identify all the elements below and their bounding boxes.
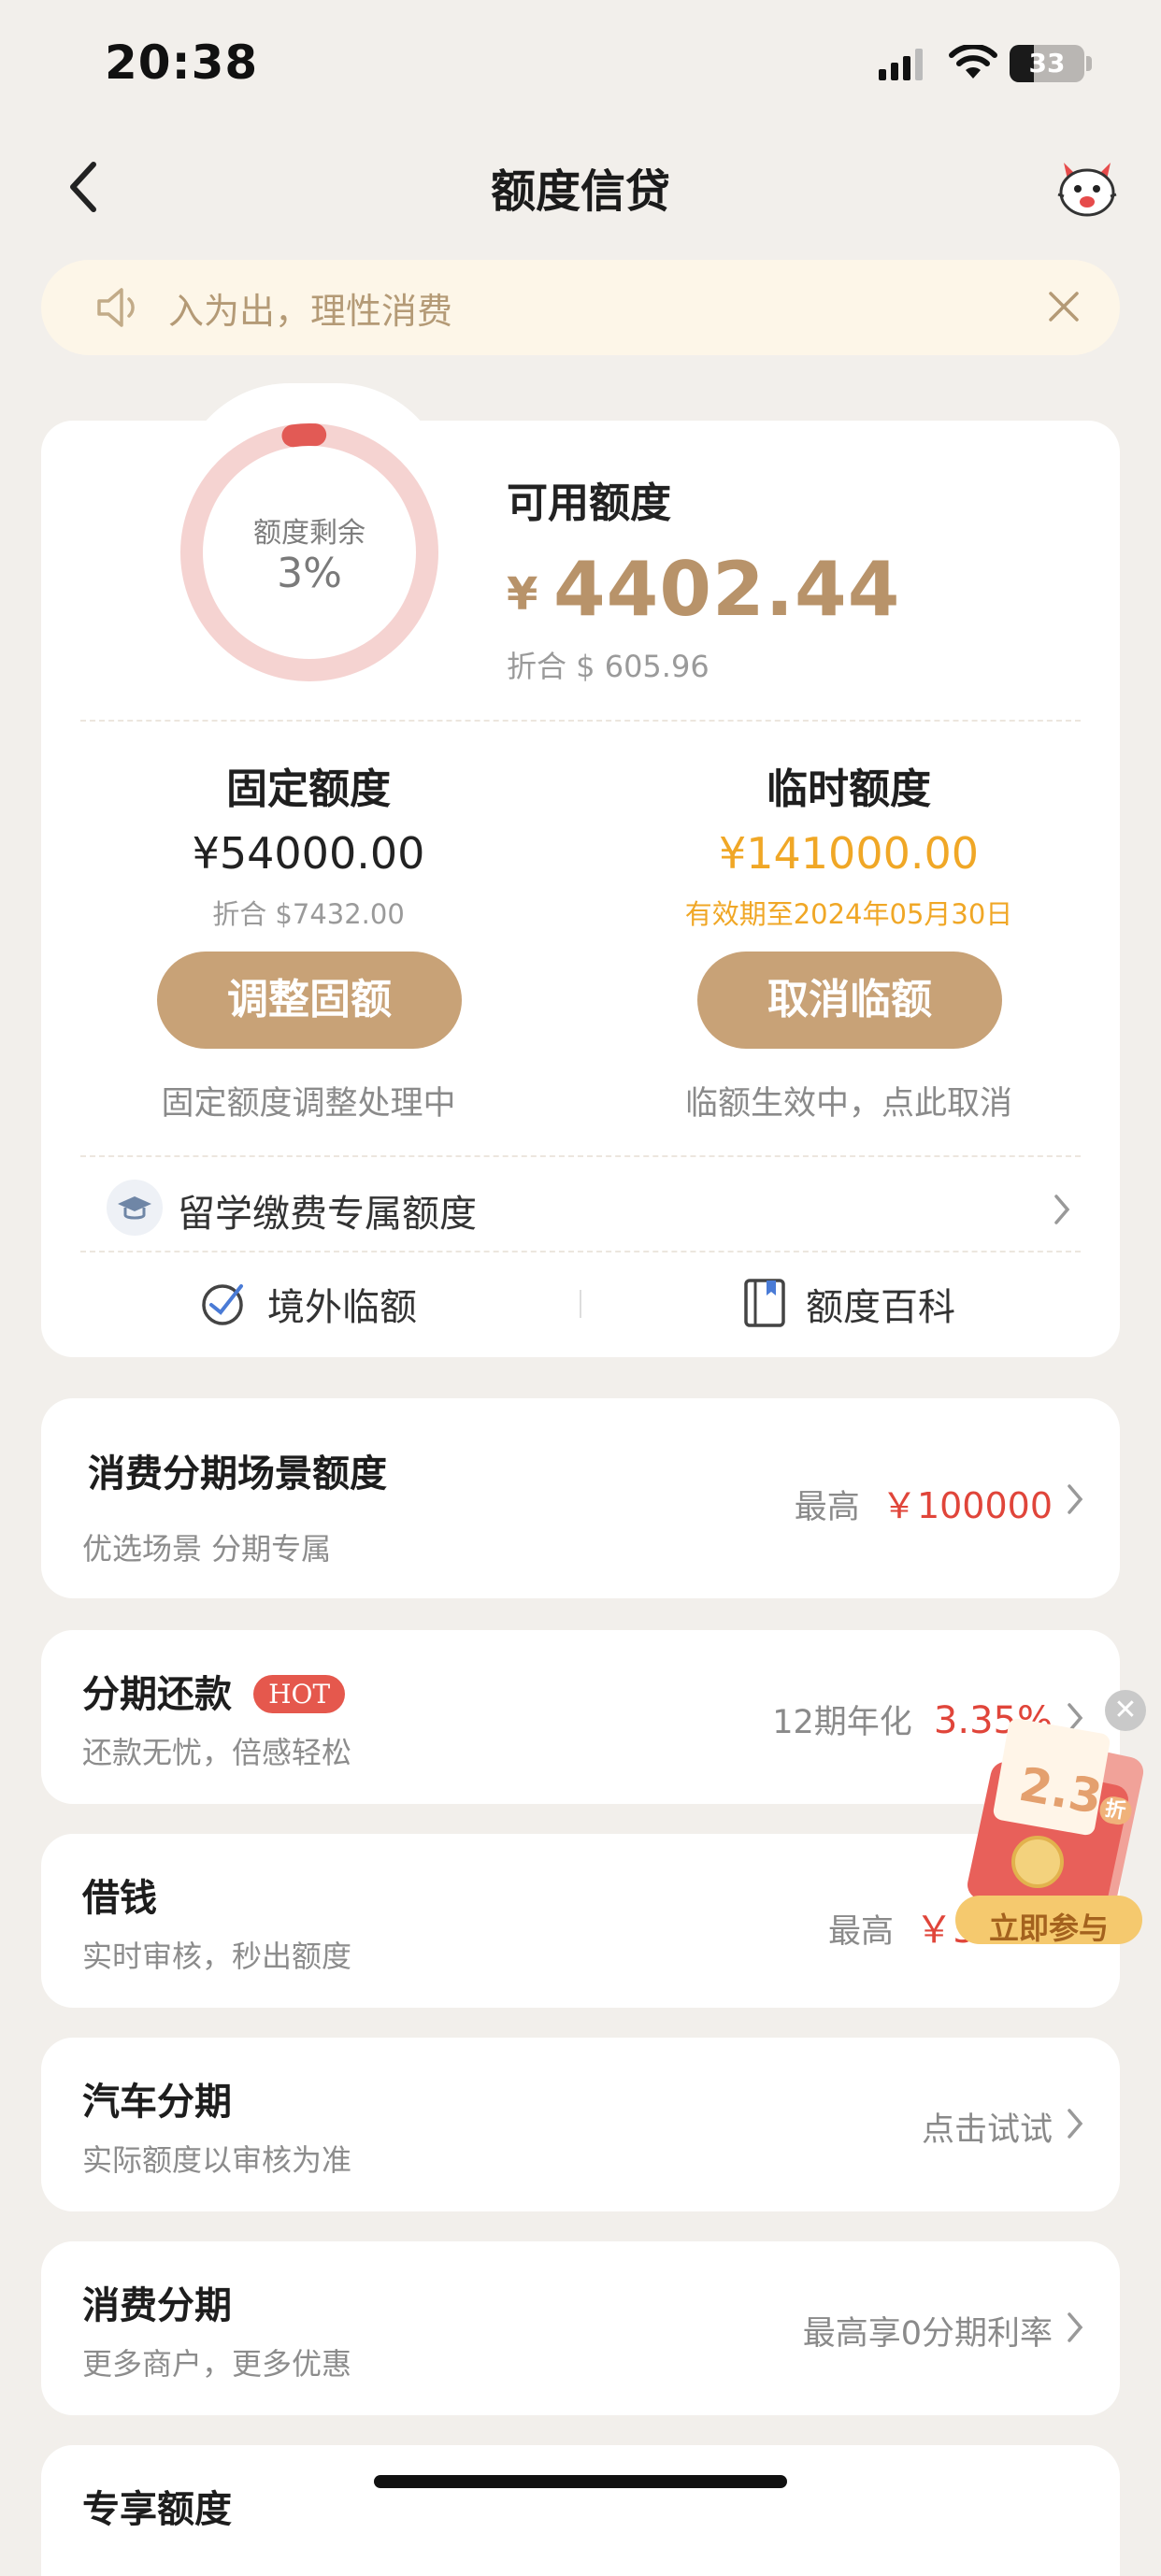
overseas-temp-link[interactable]: 境外临额 — [187, 1271, 467, 1337]
fixed-amount: ¥54000.00 — [192, 828, 425, 879]
item-subtitle: 实际额度以审核为准 — [82, 2142, 352, 2178]
available-currency: ¥ — [507, 568, 538, 621]
item-right: 最高 ￥100000 — [795, 1477, 1053, 1528]
divider — [80, 720, 1081, 722]
item-right-text: 点击试试 — [921, 2111, 1053, 2149]
fixed-note: 固定额度调整处理中 — [161, 1085, 456, 1123]
credit-wiki-label: 额度百科 — [806, 1286, 955, 1329]
battery-level: 33 — [1028, 48, 1066, 79]
item-subtitle: 更多商户，更多优惠 — [82, 2346, 352, 2382]
fixed-title: 固定额度 — [226, 766, 391, 813]
globe-plane-icon — [202, 1284, 243, 1325]
cancel-temp-button[interactable]: 取消临额 — [697, 952, 1002, 1049]
fixed-converted: 折合 $7432.00 — [212, 898, 405, 930]
chevron-right-icon — [1068, 1484, 1083, 1514]
speaker-icon — [97, 288, 135, 327]
link-separator — [580, 1290, 581, 1318]
list-item-consumer-installment[interactable]: 消费分期 更多商户，更多优惠 最高享0分期利率 — [41, 2241, 1120, 2415]
item-title: 借钱 — [82, 1877, 157, 1920]
item-title-row: 分期还款 HOT — [82, 1664, 346, 1718]
ring-percent: 3% — [277, 550, 342, 597]
temp-note[interactable]: 临额生效中，点此取消 — [587, 1077, 1111, 1124]
hot-badge: HOT — [253, 1675, 346, 1713]
chevron-right-icon — [1054, 1195, 1070, 1224]
item-right-text: 最高享0分期利率 — [802, 2315, 1053, 2353]
item-title: 消费分期场景额度 — [88, 1453, 387, 1496]
home-indicator — [374, 2475, 787, 2488]
divider — [80, 1155, 1081, 1157]
list-item-scenario[interactable]: 消费分期场景额度 优选场景 分期专属 最高 ￥100000 — [41, 1398, 1120, 1598]
wifi-icon — [949, 45, 997, 79]
item-subtitle: 优选场景 分期专属 — [82, 1531, 332, 1567]
divider — [80, 1251, 1081, 1252]
temp-title: 临时额度 — [767, 766, 931, 813]
notice-text: 入为出，理性消费 — [168, 291, 453, 332]
book-icon — [744, 1279, 785, 1327]
temp-amount: ¥141000.00 — [718, 828, 980, 879]
item-subtitle: 还款无忧，倍感轻松 — [82, 1735, 352, 1770]
battery-icon: 33 — [1010, 45, 1084, 82]
temp-validity: 有效期至2024年05月30日 — [684, 898, 1013, 930]
graduation-cap-icon — [107, 1180, 163, 1236]
close-icon[interactable] — [1045, 288, 1082, 325]
overseas-temp-label: 境外临额 — [267, 1286, 417, 1329]
available-converted: 折合 $ 605.96 — [507, 649, 710, 684]
study-abroad-label: 留学缴费专属额度 — [178, 1193, 477, 1236]
item-right-value: ￥100000 — [881, 1485, 1053, 1526]
page-title: 额度信贷 — [490, 165, 670, 218]
status-time: 20:38 — [105, 36, 259, 90]
available-label: 可用额度 — [507, 479, 671, 527]
item-right-prefix: 最高 — [828, 1913, 895, 1951]
notice-banner: 入为出，理性消费 — [41, 260, 1120, 355]
list-item-auto-loan[interactable]: 汽车分期 实际额度以审核为准 点击试试 — [41, 2038, 1120, 2211]
chevron-right-icon — [1068, 2109, 1083, 2139]
item-subtitle: 实时审核，秒出额度 — [82, 1939, 352, 1974]
promo-join-button[interactable]: 立即参与 — [955, 1905, 1142, 1948]
item-right-prefix: 最高 — [794, 1489, 860, 1526]
chevron-right-icon — [1068, 2312, 1083, 2342]
item-title: 汽车分期 — [82, 2081, 232, 2124]
item-title: 专享额度 — [82, 2488, 232, 2531]
item-title: 消费分期 — [82, 2284, 232, 2327]
list-item-exclusive[interactable]: 专享额度 — [41, 2445, 1120, 2576]
item-right-prefix: 12期年化 — [772, 1704, 912, 1741]
promo-close-button[interactable]: ✕ — [1105, 1690, 1146, 1731]
mascot-avatar-icon[interactable] — [1054, 157, 1120, 219]
item-title: 分期还款 — [82, 1673, 232, 1716]
adjust-fixed-button[interactable]: 调整固额 — [157, 952, 462, 1049]
promo-discount-unit: 折 — [1096, 1794, 1134, 1827]
cellular-signal-icon — [879, 49, 923, 80]
credit-wiki-link[interactable]: 额度百科 — [738, 1271, 1019, 1337]
available-amount: 4402.44 — [553, 546, 901, 633]
battery-cap — [1086, 56, 1092, 71]
ring-label: 额度剩余 — [253, 517, 366, 550]
